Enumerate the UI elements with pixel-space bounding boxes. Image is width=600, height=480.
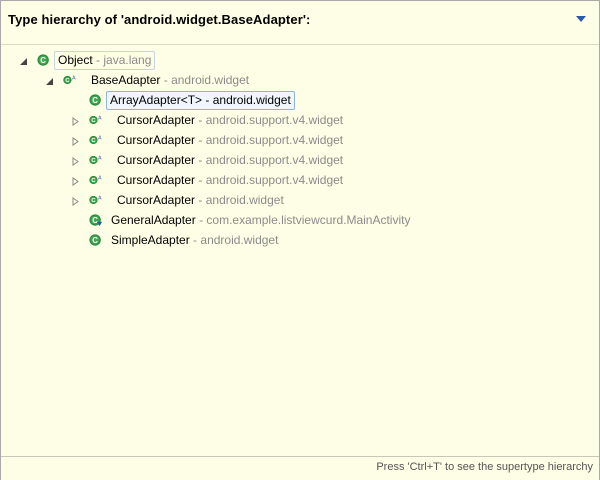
type-label[interactable]: SimpleAdapter - android.widget — [109, 232, 280, 249]
separator: - — [202, 93, 213, 107]
abstract-class-icon: CA — [89, 115, 102, 124]
package-name: android.support.v4.widget — [205, 113, 344, 127]
type-name: BaseAdapter — [91, 73, 161, 87]
type-label[interactable]: CursorAdapter - android.widget — [115, 192, 286, 209]
tree-row[interactable]: C A CursorAdapter - android.support.v4.wid… — [1, 171, 599, 191]
divider — [1, 44, 599, 45]
tree-row[interactable]: C ArrayAdapter<T> - android.widget — [1, 91, 599, 111]
expand-twisty[interactable] — [71, 177, 80, 186]
package-name: android.widget — [212, 93, 291, 107]
svg-text:C: C — [92, 216, 98, 225]
type-name: ArrayAdapter<T> — [110, 93, 203, 107]
tree-row[interactable]: C SimpleAdapter - android.widget — [1, 231, 599, 251]
svg-text:C: C — [92, 96, 98, 105]
abstract-class-icon: CA — [63, 75, 76, 84]
separator: - — [195, 153, 206, 167]
separator: - — [195, 213, 207, 227]
expand-twisty[interactable] — [71, 157, 80, 166]
type-name: CursorAdapter — [117, 153, 196, 167]
svg-text:A: A — [98, 155, 102, 161]
type-label[interactable]: CursorAdapter - android.support.v4.widge… — [115, 172, 345, 189]
package-name: android.widget — [200, 233, 279, 247]
inner-class-icon: C — [89, 214, 103, 227]
chevron-down-icon[interactable] — [576, 15, 586, 23]
package-name: android.support.v4.widget — [205, 173, 344, 187]
svg-text:C: C — [91, 198, 95, 204]
type-name: Object — [58, 53, 93, 67]
tree-row[interactable]: C GeneralAdapter - com.example.listviewcu… — [1, 211, 599, 231]
type-name: CursorAdapter — [117, 173, 196, 187]
package-name: com.example.listviewcurd.MainActivity — [206, 213, 411, 227]
type-name: CursorAdapter — [117, 133, 196, 147]
tree-row[interactable]: C A CursorAdapter - android.support.v4.wid… — [1, 111, 599, 131]
type-label[interactable]: ArrayAdapter<T> - android.widget — [106, 91, 295, 110]
type-label[interactable]: GeneralAdapter - com.example.listviewcur… — [109, 212, 412, 229]
status-bar: Press 'Ctrl+T' to see the supertype hier… — [1, 456, 599, 480]
svg-text:C: C — [91, 178, 95, 184]
expand-collapse-twisty[interactable] — [19, 57, 28, 66]
svg-text:C: C — [91, 118, 95, 124]
expand-twisty[interactable] — [71, 137, 80, 146]
svg-text:C: C — [91, 138, 95, 144]
class-icon: C — [89, 234, 101, 246]
svg-text:A: A — [98, 115, 102, 121]
abstract-class-icon: CA — [89, 135, 102, 144]
package-name: android.widget — [205, 193, 284, 207]
type-label[interactable]: CursorAdapter - android.support.v4.widge… — [115, 132, 345, 149]
svg-text:C: C — [92, 236, 98, 245]
svg-text:A: A — [98, 135, 102, 141]
tree-row[interactable]: C A BaseAdapter - android.widget — [1, 71, 599, 91]
tree-row[interactable]: C A CursorAdapter - android.widget — [1, 191, 599, 211]
popup-title: Type hierarchy of 'android.widget.BaseAd… — [8, 12, 311, 27]
separator: - — [195, 173, 206, 187]
type-name: SimpleAdapter — [111, 233, 190, 247]
status-hint: Press 'Ctrl+T' to see the supertype hier… — [376, 461, 593, 473]
abstract-class-icon: CA — [89, 175, 102, 184]
type-label[interactable]: BaseAdapter - android.widget — [89, 72, 251, 89]
tree-row[interactable]: C A CursorAdapter - android.support.v4.wid… — [1, 151, 599, 171]
type-label[interactable]: Object - java.lang — [54, 51, 156, 70]
type-hierarchy-popup: Type hierarchy of 'android.widget.BaseAd… — [0, 0, 600, 480]
expand-collapse-twisty[interactable] — [45, 77, 54, 86]
package-name: android.support.v4.widget — [205, 133, 344, 147]
separator: - — [160, 73, 172, 87]
svg-text:A: A — [72, 75, 76, 81]
svg-text:A: A — [98, 195, 102, 201]
tree-row[interactable]: C A CursorAdapter - android.support.v4.wid… — [1, 131, 599, 151]
abstract-class-icon: CA — [89, 155, 102, 164]
separator: - — [195, 193, 206, 207]
package-name: java.lang — [103, 53, 152, 67]
type-name: CursorAdapter — [117, 113, 196, 127]
separator: - — [189, 233, 201, 247]
package-name: android.support.v4.widget — [205, 153, 344, 167]
tree-row[interactable]: C Object - java.lang — [1, 51, 599, 71]
separator: - — [195, 133, 206, 147]
separator: - — [92, 53, 104, 67]
svg-text:A: A — [98, 175, 102, 181]
title-bar: Type hierarchy of 'android.widget.BaseAd… — [1, 1, 599, 41]
type-label[interactable]: CursorAdapter - android.support.v4.widge… — [115, 112, 345, 129]
type-label[interactable]: CursorAdapter - android.support.v4.widge… — [115, 152, 345, 169]
package-name: android.widget — [171, 73, 250, 87]
separator: - — [195, 113, 206, 127]
svg-text:C: C — [91, 158, 95, 164]
class-icon: C — [37, 54, 49, 66]
type-name: CursorAdapter — [117, 193, 196, 207]
expand-twisty[interactable] — [71, 197, 80, 206]
svg-text:C: C — [65, 78, 69, 84]
class-icon: C — [89, 94, 101, 106]
svg-text:C: C — [40, 56, 46, 65]
abstract-class-icon: CA — [89, 195, 102, 204]
expand-twisty[interactable] — [71, 117, 80, 126]
type-name: GeneralAdapter — [111, 213, 196, 227]
